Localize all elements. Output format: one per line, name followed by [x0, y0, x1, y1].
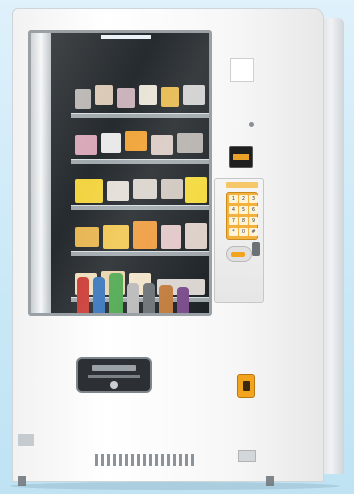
keypad-key[interactable]: 7	[229, 217, 238, 225]
keypad-key[interactable]: *	[229, 228, 238, 236]
product-pickup-flap[interactable]	[76, 357, 152, 393]
keypad[interactable]: 1 2 3 4 5 6 7 8 9 * 0 #	[226, 192, 258, 240]
panel-display	[226, 182, 258, 188]
keypad-key[interactable]: 9	[249, 217, 258, 225]
ventilation-grille	[95, 454, 195, 466]
card-reader[interactable]	[229, 146, 253, 168]
lever-handle	[231, 252, 245, 257]
keypad-key[interactable]: #	[249, 228, 258, 236]
top-label-plate	[230, 58, 254, 82]
indicator-light	[249, 122, 254, 127]
right-badge	[238, 450, 256, 462]
coin-return-opening	[243, 381, 250, 391]
coin-return-lever[interactable]	[226, 246, 252, 262]
pickup-hand-icon	[110, 381, 118, 389]
keypad-key[interactable]: 2	[239, 195, 248, 203]
left-badge	[18, 434, 34, 446]
keypad-key[interactable]: 4	[229, 206, 238, 214]
floor-shadow	[10, 482, 340, 490]
pickup-flap-label	[92, 365, 136, 371]
pickup-flap-text	[88, 375, 140, 378]
display-window	[28, 30, 212, 316]
glass-reflection	[31, 33, 209, 313]
keypad-key[interactable]: 1	[229, 195, 238, 203]
coin-insert-slot[interactable]	[252, 242, 260, 256]
keypad-key[interactable]: 5	[239, 206, 248, 214]
keypad-key[interactable]: 8	[239, 217, 248, 225]
keypad-key[interactable]: 3	[249, 195, 258, 203]
coin-return-slot[interactable]	[237, 374, 255, 398]
keypad-key[interactable]: 6	[249, 206, 258, 214]
keypad-key[interactable]: 0	[239, 228, 248, 236]
card-reader-label	[233, 154, 249, 160]
